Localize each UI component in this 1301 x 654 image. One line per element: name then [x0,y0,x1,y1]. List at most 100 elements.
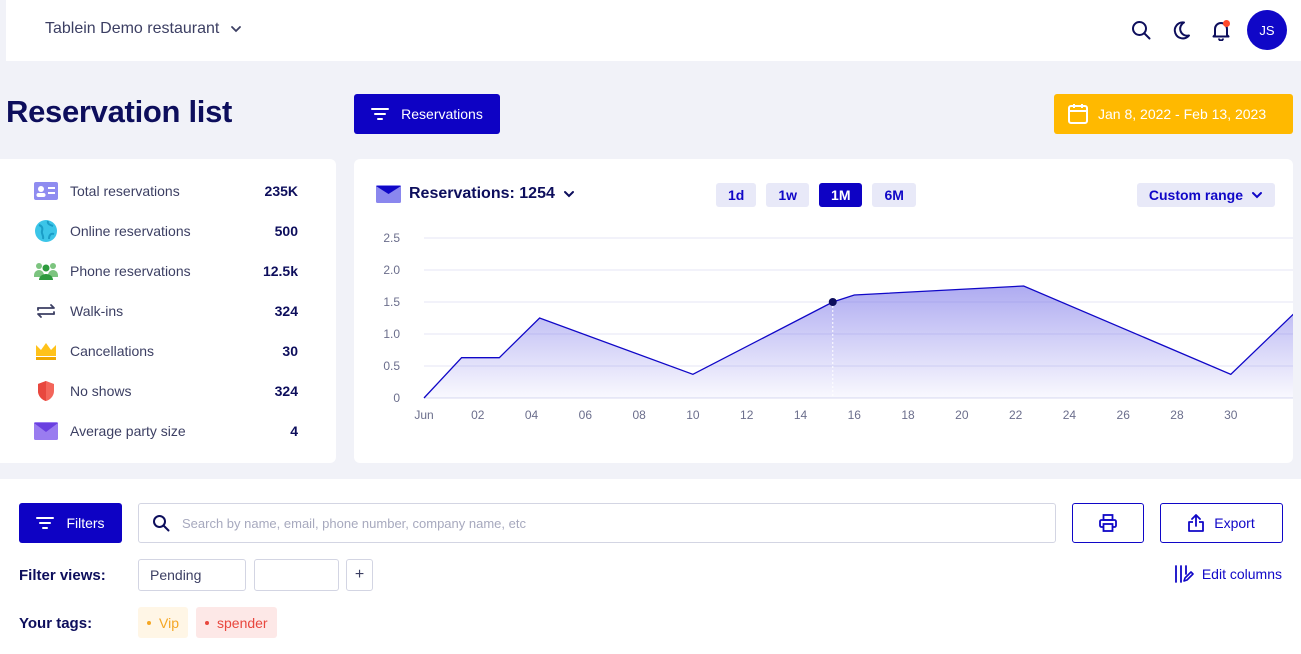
x-tick-label: Jun [414,408,433,422]
stat-average-party-size: Average party size 4 [34,419,298,443]
stats-card: Total reservations 235K Online reservati… [0,159,336,463]
chart-card: Reservations: 1254 1d 1w 1M 6M Custom ra… [354,159,1293,463]
period-tab-1m[interactable]: 1M [819,183,863,207]
x-tick-label: 16 [848,408,862,422]
avatar-button[interactable]: JS [1241,10,1293,50]
chevron-down-icon [563,191,574,198]
tag-label: spender [217,614,268,631]
stat-online-reservations: Online reservations 500 [34,219,298,243]
notification-dot [1223,20,1230,27]
y-tick-label: 0.5 [383,359,400,373]
x-tick-label: 12 [740,408,754,422]
swap-icon [34,299,58,323]
period-tabs: 1d 1w 1M 6M [716,183,916,207]
reservations-button[interactable]: Reservations [354,94,500,134]
avatar: JS [1247,10,1287,50]
x-tick-label: 06 [579,408,593,422]
top-bar: Tablein Demo restaurant JS [6,0,1301,61]
x-tick-label: 02 [471,408,485,422]
stat-value: 500 [274,223,298,239]
export-button[interactable]: Export [1160,503,1283,543]
date-range-label: Jan 8, 2022 - Feb 13, 2023 [1098,106,1267,122]
x-tick-label: 20 [955,408,969,422]
edit-columns-icon [1174,565,1194,583]
stat-label: Average party size [70,423,186,439]
chevron-down-icon [231,26,242,33]
filter-view-empty[interactable] [254,559,339,591]
y-tick-label: 2.5 [383,231,400,245]
reservations-chart: 0 0.5 1.0 1.5 2.0 2.5 Jun 02 04 06 08 10 12 14 16 18 20 2… [383,231,1293,422]
period-tab-6m[interactable]: 6M [872,183,916,207]
x-tick-label: 22 [1009,408,1023,422]
x-tick-label: 24 [1063,408,1077,422]
custom-range-dropdown[interactable]: Custom range [1136,183,1275,207]
x-tick-label: 30 [1224,408,1238,422]
custom-range-label: Custom range [1148,187,1243,203]
reservation-toolbar: Filters Export Filter views: Pending + E… [0,479,1301,654]
add-filter-view-button[interactable]: + [346,559,373,591]
stat-value: 324 [274,303,298,319]
filters-button-label: Filters [66,515,105,531]
search-icon [153,515,170,532]
stat-value: 12.5k [262,263,298,279]
stat-label: Phone reservations [70,263,191,279]
stat-label: Cancellations [70,343,155,359]
crown-icon [34,339,58,363]
stat-phone-reservations: Phone reservations 12.5k [34,259,298,283]
search-icon[interactable] [1121,10,1161,50]
area-fill [424,286,1293,398]
x-tick-label: 08 [632,408,646,422]
chevron-down-icon [1252,192,1262,199]
stat-label: Total reservations [70,183,180,199]
moon-icon[interactable] [1161,10,1201,50]
filter-views-label: Filter views: [19,567,106,584]
stat-label: No shows [70,383,132,399]
tag-spender[interactable]: spender [196,607,277,638]
x-tick-label: 26 [1117,408,1131,422]
y-tick-label: 1.0 [383,327,400,341]
x-tick-label: 28 [1170,408,1184,422]
chart-title: Reservations: 1254 [409,185,555,202]
print-button[interactable] [1072,503,1144,543]
stat-label: Walk-ins [70,303,124,319]
calendar-icon [1068,104,1088,124]
x-tick-label: 18 [901,408,915,422]
x-tick-label: 14 [794,408,808,422]
tag-label: Vip [159,614,179,631]
bell-icon[interactable] [1201,10,1241,50]
stat-value: 4 [290,423,298,439]
period-tab-1d[interactable]: 1d [716,183,757,207]
date-range-button[interactable]: Jan 8, 2022 - Feb 13, 2023 [1054,94,1293,134]
highlight-point [828,298,837,306]
stat-cancellations: Cancellations 30 [34,339,298,363]
x-tick-label: 10 [686,408,700,422]
stat-value: 324 [274,383,298,399]
export-button-label: Export [1214,515,1255,531]
restaurant-selector[interactable]: Tablein Demo restaurant [45,20,243,38]
page-title: Reservation list [6,94,233,129]
shield-icon [34,379,58,403]
chart-title-dropdown[interactable]: Reservations: 1254 [376,185,575,203]
edit-columns-button[interactable]: Edit columns [1174,565,1282,583]
tags-label: Your tags: [19,615,93,632]
people-icon [34,259,58,283]
stat-walk-ins: Walk-ins 324 [34,299,298,323]
filter-view-pending[interactable]: Pending [138,559,246,591]
filter-lines-icon [371,108,390,120]
tag-vip[interactable]: Vip [138,607,188,638]
period-tab-1w[interactable]: 1w [766,183,810,207]
envelope-icon [376,185,401,203]
search-input[interactable] [182,515,1042,531]
share-upload-icon [1188,514,1205,532]
y-tick-label: 0 [393,391,400,405]
search-box [138,503,1056,543]
y-tick-label: 1.5 [383,295,400,309]
stat-no-shows: No shows 324 [34,379,298,403]
edit-columns-label: Edit columns [1201,566,1282,582]
restaurant-name: Tablein Demo restaurant [45,20,220,37]
stat-value: 235K [264,183,298,199]
filters-button[interactable]: Filters [19,503,122,543]
globe-icon [34,219,58,243]
y-tick-label: 2.0 [383,263,400,277]
id-card-icon [34,179,58,203]
